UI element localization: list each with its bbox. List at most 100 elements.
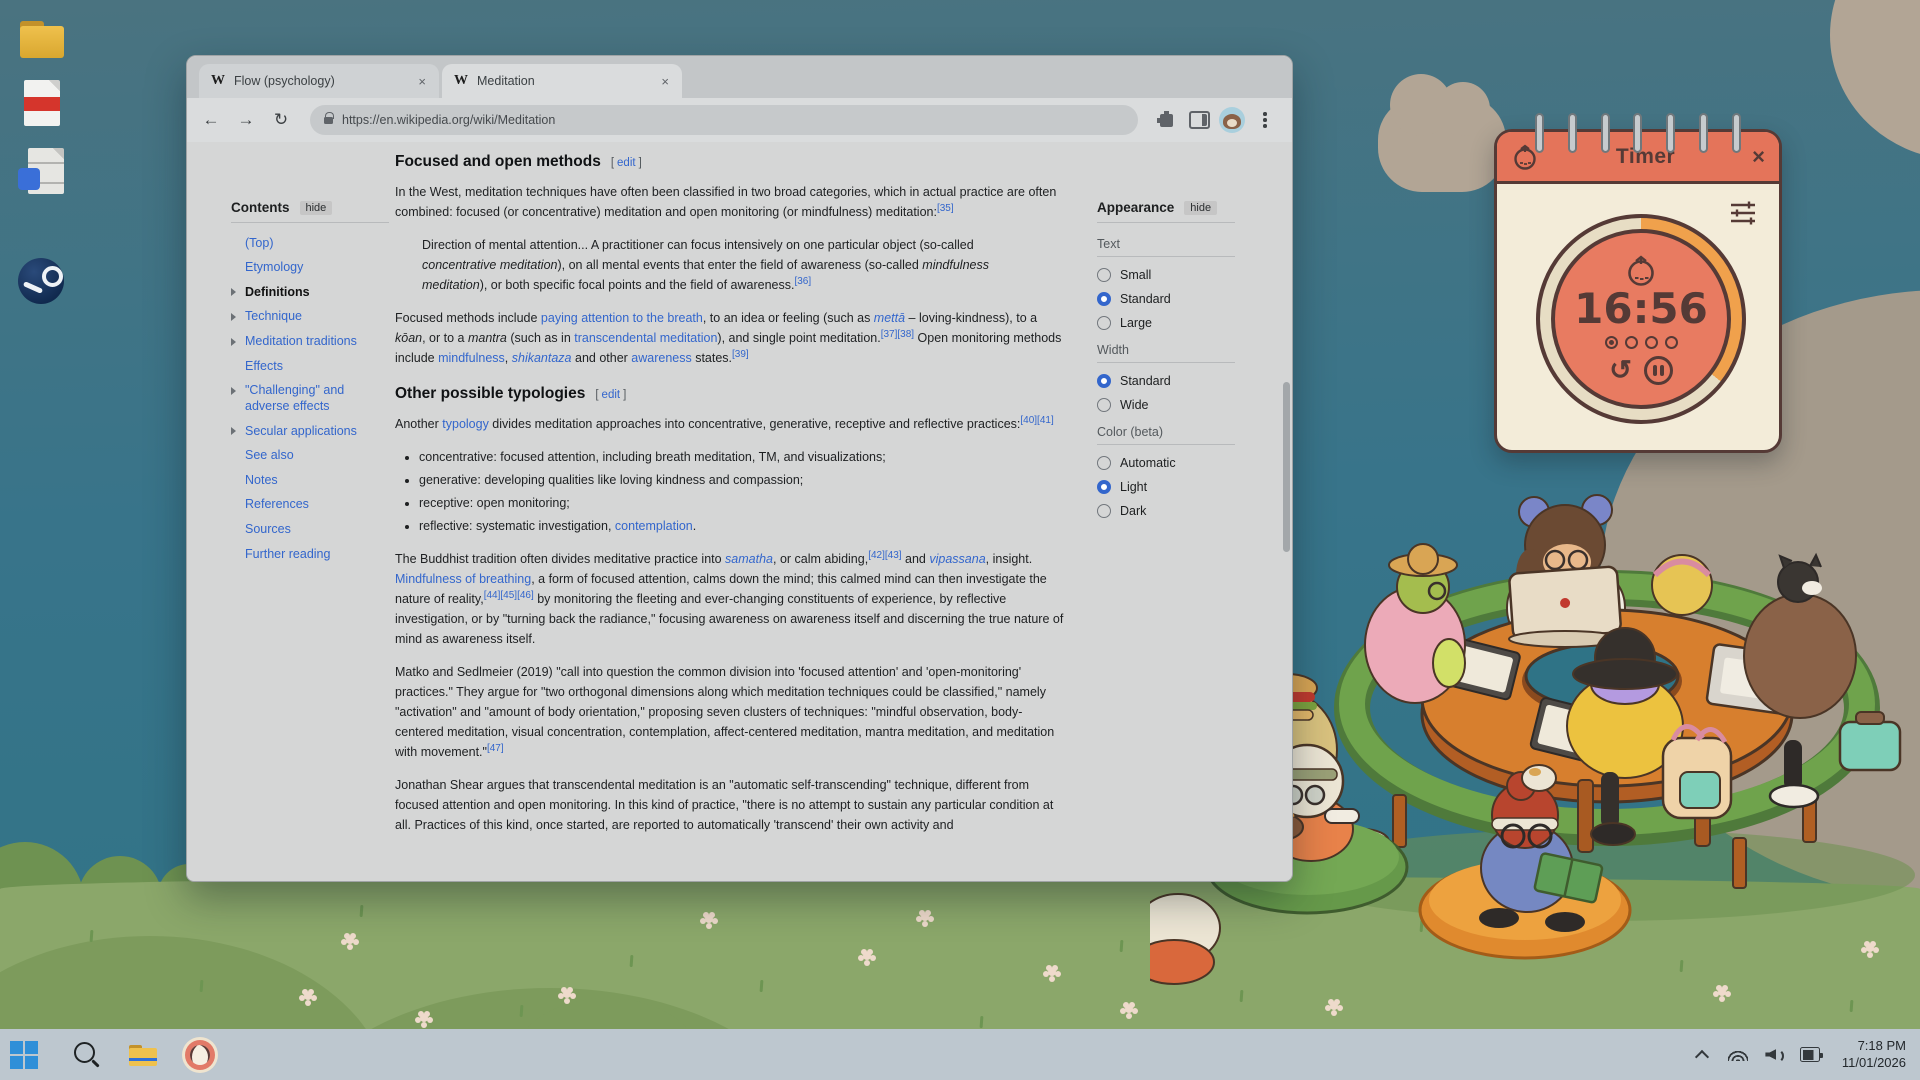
toc-hide-button[interactable]: hide: [300, 201, 333, 215]
tab-close-icon[interactable]: ×: [658, 74, 672, 89]
radio-option-color-beta-automatic[interactable]: Automatic: [1097, 451, 1235, 475]
chevron-right-icon[interactable]: [231, 338, 236, 346]
wiki-link[interactable]: transcendental meditation: [574, 331, 717, 345]
reference-link[interactable]: [36]: [794, 276, 811, 287]
chevron-right-icon[interactable]: [231, 313, 236, 321]
toc-item-notes[interactable]: Notes: [231, 468, 389, 493]
wiki-link[interactable]: mettā: [874, 311, 905, 325]
toc-item-see-also[interactable]: See also: [231, 444, 389, 469]
toc-list: (Top)EtymologyDefinitionsTechniqueMedita…: [231, 231, 389, 567]
toc-item-sources[interactable]: Sources: [231, 518, 389, 543]
taskbar-search-icon[interactable]: [70, 1038, 104, 1072]
chevron-right-icon[interactable]: [231, 387, 236, 395]
profile-avatar[interactable]: [1219, 107, 1245, 133]
url-text[interactable]: https://en.wikipedia.org/wiki/Meditation: [342, 113, 555, 127]
wiki-link[interactable]: typology: [442, 417, 489, 431]
pause-button[interactable]: [1644, 356, 1673, 385]
radio-icon[interactable]: [1097, 268, 1111, 282]
edit-link[interactable]: edit: [602, 389, 621, 401]
text-run: receptive: open monitoring;: [419, 496, 570, 510]
reference-link[interactable]: [35]: [937, 203, 954, 214]
edit-link[interactable]: edit: [617, 157, 636, 169]
radio-option-text-large[interactable]: Large: [1097, 311, 1235, 335]
taskbar-file-explorer-icon[interactable]: [126, 1038, 160, 1072]
toc-item-technique[interactable]: Technique: [231, 305, 389, 330]
tab-close-icon[interactable]: ×: [415, 74, 429, 89]
radio-label: Small: [1120, 268, 1151, 282]
appearance-panel: Appearance hide TextSmallStandardLargeWi…: [1097, 200, 1235, 523]
tray-volume-icon[interactable]: [1764, 1047, 1784, 1063]
reference-link[interactable]: [37][38]: [881, 329, 914, 340]
tray-wifi-icon[interactable]: [1728, 1048, 1748, 1061]
tray-battery-icon[interactable]: [1800, 1047, 1820, 1063]
radio-option-text-small[interactable]: Small: [1097, 263, 1235, 287]
desktop-icon-folder[interactable]: [18, 16, 64, 64]
toc-item-meditation-traditions[interactable]: Meditation traditions: [231, 330, 389, 355]
reference-link[interactable]: [47]: [487, 743, 504, 754]
wiki-link[interactable]: paying attention to the breath: [541, 311, 703, 325]
section-heading: Other possible typologies[edit]: [395, 384, 1067, 405]
radio-option-color-beta-dark[interactable]: Dark: [1097, 499, 1235, 523]
radio-icon[interactable]: [1097, 316, 1111, 330]
tray-chevron-up-icon[interactable]: [1692, 1047, 1712, 1063]
radio-option-text-standard[interactable]: Standard: [1097, 287, 1235, 311]
reload-button[interactable]: ↻: [267, 106, 295, 134]
wiki-link[interactable]: Mindfulness of breathing: [395, 572, 531, 586]
chevron-right-icon[interactable]: [231, 427, 236, 435]
side-panel-icon[interactable]: [1186, 107, 1212, 133]
toc-item-effects[interactable]: Effects: [231, 354, 389, 379]
radio-option-width-wide[interactable]: Wide: [1097, 393, 1235, 417]
taskbar-start-icon[interactable]: [14, 1038, 48, 1072]
extensions-icon[interactable]: [1153, 107, 1179, 133]
wikipedia-favicon: W: [454, 73, 468, 89]
toc-item-references[interactable]: References: [231, 493, 389, 518]
toc-item-definitions[interactable]: Definitions: [231, 280, 389, 305]
wiki-link[interactable]: samatha: [725, 552, 773, 566]
toc-item-top[interactable]: (Top): [231, 231, 389, 256]
wiki-link[interactable]: vipassana: [929, 552, 985, 566]
session-dot: [1605, 336, 1618, 349]
desktop-icon-word-document[interactable]: [18, 148, 64, 196]
text-run: The Buddhist tradition often divides med…: [395, 552, 725, 566]
scrollbar-thumb[interactable]: [1283, 382, 1290, 552]
binding-rings: [1535, 113, 1741, 153]
reset-button[interactable]: ↺: [1609, 357, 1632, 384]
radio-icon[interactable]: [1097, 374, 1111, 388]
menu-kebab-icon[interactable]: [1252, 107, 1278, 133]
radio-icon[interactable]: [1097, 292, 1111, 306]
toc-label: Sources: [245, 522, 291, 536]
radio-option-color-beta-light[interactable]: Light: [1097, 475, 1235, 499]
wiki-link[interactable]: mindfulness: [438, 351, 505, 365]
browser-tab-meditation[interactable]: WMeditation×: [442, 64, 682, 98]
toc-item-challenging-and-adverse-effects[interactable]: "Challenging" and adverse effects: [231, 379, 389, 419]
appearance-hide-button[interactable]: hide: [1184, 201, 1217, 215]
radio-option-width-standard[interactable]: Standard: [1097, 369, 1235, 393]
flower: [346, 936, 354, 944]
wiki-link[interactable]: awareness: [631, 351, 691, 365]
wiki-link[interactable]: contemplation: [615, 519, 693, 533]
timer-close-button[interactable]: ×: [1752, 146, 1765, 168]
session-dot: [1645, 336, 1658, 349]
reference-link[interactable]: [44][45][46]: [484, 590, 534, 601]
reference-link[interactable]: [40][41]: [1020, 415, 1053, 426]
forward-button[interactable]: →: [232, 106, 260, 134]
toc-item-further-reading[interactable]: Further reading: [231, 542, 389, 567]
radio-icon[interactable]: [1097, 456, 1111, 470]
chevron-right-icon[interactable]: [231, 288, 236, 296]
toc-item-etymology[interactable]: Etymology: [231, 256, 389, 281]
radio-icon[interactable]: [1097, 398, 1111, 412]
radio-icon[interactable]: [1097, 504, 1111, 518]
clock-time: 7:18 PM: [1842, 1038, 1906, 1055]
radio-icon[interactable]: [1097, 480, 1111, 494]
reference-link[interactable]: [42][43]: [868, 550, 901, 561]
taskbar-clock[interactable]: 7:18 PM 11/01/2026: [1842, 1038, 1906, 1072]
desktop-icon-steam[interactable]: [18, 258, 64, 304]
reference-link[interactable]: [39]: [732, 349, 749, 360]
address-bar[interactable]: https://en.wikipedia.org/wiki/Meditation: [310, 105, 1138, 135]
back-button[interactable]: ←: [197, 106, 225, 134]
browser-tab-flow-psychology[interactable]: WFlow (psychology)×: [199, 64, 439, 98]
wiki-link[interactable]: shikantaza: [512, 351, 572, 365]
toc-item-secular-applications[interactable]: Secular applications: [231, 419, 389, 444]
desktop-icon-pdf-document[interactable]: [18, 80, 64, 128]
taskbar-tomato-timer-icon[interactable]: [182, 1037, 218, 1073]
